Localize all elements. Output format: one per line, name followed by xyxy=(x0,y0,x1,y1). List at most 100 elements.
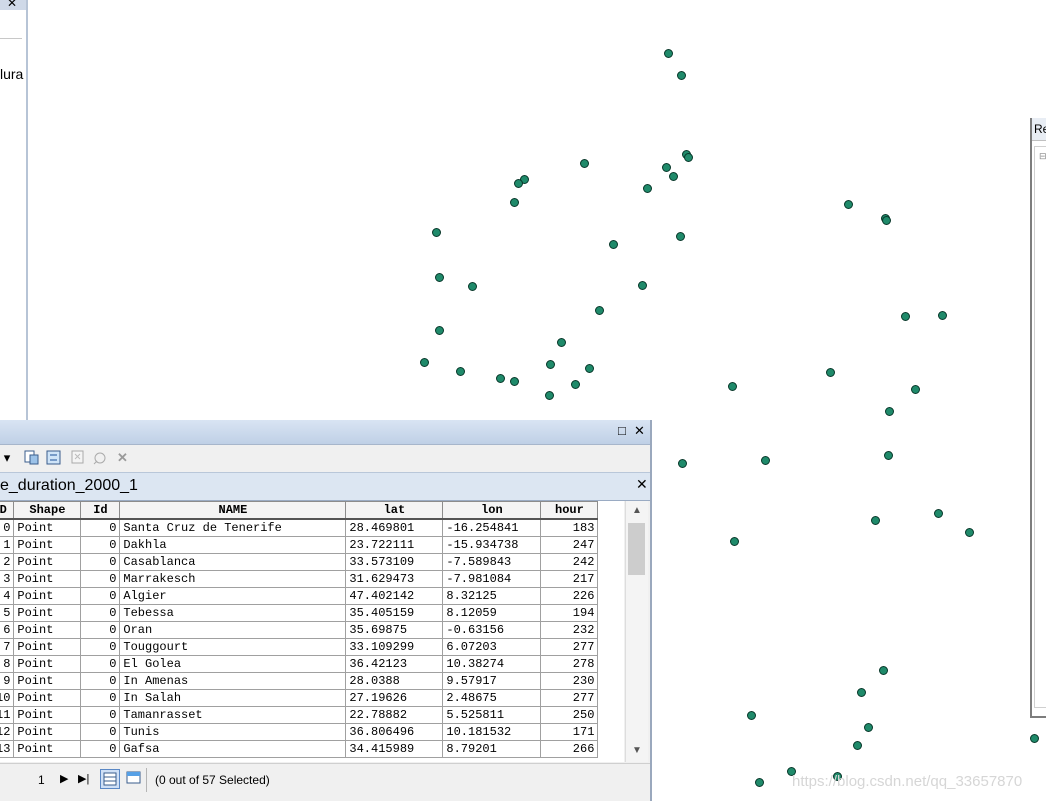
table-cell[interactable]: Oran xyxy=(119,621,347,639)
map-point[interactable] xyxy=(496,374,505,383)
table-cell[interactable]: 0 xyxy=(80,604,121,622)
map-point[interactable] xyxy=(884,451,893,460)
table-cell[interactable]: 8.12059 xyxy=(442,604,542,622)
table-cell[interactable]: 10 xyxy=(0,689,15,707)
table-cell[interactable]: 4 xyxy=(0,587,15,605)
map-point[interactable] xyxy=(677,71,686,80)
attribute-grid[interactable]: D Shape Id NAME lat lon hour 0 Point 0 Sant… xyxy=(0,501,624,762)
table-cell[interactable]: 6.07203 xyxy=(442,638,542,656)
table-cell[interactable]: 8.79201 xyxy=(442,740,542,758)
table-cell[interactable]: Tamanrasset xyxy=(119,706,347,724)
table-cell[interactable]: Tunis xyxy=(119,723,347,741)
table-cell[interactable]: 36.806496 xyxy=(345,723,444,741)
table-cell[interactable]: In Salah xyxy=(119,689,347,707)
zoom-to-selected-icon[interactable] xyxy=(92,450,107,465)
scroll-down-icon[interactable]: ▼ xyxy=(626,745,648,756)
table-row[interactable]: 11Point0Tamanrasset22.788825.525811250 xyxy=(0,706,599,724)
table-row[interactable]: 9 Point 0 In Amenas 28.0388 9.57917 230 xyxy=(0,672,599,690)
table-cell[interactable]: 277 xyxy=(540,638,599,656)
map-point[interactable] xyxy=(609,240,618,249)
show-all-records-icon[interactable] xyxy=(100,769,120,789)
table-cell[interactable]: Point xyxy=(13,689,82,707)
table-cell[interactable]: Touggourt xyxy=(119,638,347,656)
map-point[interactable] xyxy=(510,198,519,207)
table-cell[interactable]: 5.525811 xyxy=(442,706,542,724)
map-point[interactable] xyxy=(934,509,943,518)
table-row[interactable]: 1 Point 0 Dakhla 23.722111 -15.934738 247 xyxy=(0,536,599,554)
table-row[interactable]: 7 Point 0 Touggourt 33.109299 6.07203 277 xyxy=(0,638,599,656)
table-cell[interactable]: 0 xyxy=(80,638,121,656)
next-record-icon[interactable]: ▶ xyxy=(60,772,68,785)
table-cell[interactable]: Algier xyxy=(119,587,347,605)
map-point[interactable] xyxy=(826,368,835,377)
column-header-name[interactable]: NAME xyxy=(119,501,347,520)
table-row[interactable]: 4 Point 0 Algier 47.402142 8.32125 226 xyxy=(0,587,599,605)
table-cell[interactable]: -0.63156 xyxy=(442,621,542,639)
vertical-scrollbar[interactable]: ▲ ▼ xyxy=(625,501,648,762)
column-header-shape[interactable]: Shape xyxy=(13,501,82,520)
show-selected-records-icon[interactable] xyxy=(126,770,142,786)
map-point[interactable] xyxy=(514,179,523,188)
map-point[interactable] xyxy=(1030,734,1039,743)
map-point[interactable] xyxy=(676,232,685,241)
map-point[interactable] xyxy=(747,711,756,720)
table-cell[interactable]: -15.934738 xyxy=(442,536,542,554)
tree-collapse-icon[interactable]: ⊟ xyxy=(1039,151,1046,162)
table-cell[interactable]: 33.109299 xyxy=(345,638,444,656)
column-header-lat[interactable]: lat xyxy=(345,501,444,520)
close-icon[interactable]: ✕ xyxy=(7,0,17,10)
table-cell[interactable]: 0 xyxy=(80,655,121,673)
table-cell[interactable]: 250 xyxy=(540,706,599,724)
table-cell[interactable]: Dakhla xyxy=(119,536,347,554)
table-cell[interactable]: 0 xyxy=(80,536,121,554)
map-point[interactable] xyxy=(456,367,465,376)
table-cell[interactable]: Point xyxy=(13,536,82,554)
table-cell[interactable]: Casablanca xyxy=(119,553,347,571)
map-point[interactable] xyxy=(420,358,429,367)
map-point[interactable] xyxy=(882,216,891,225)
table-row[interactable]: 0 Point 0 Santa Cruz de Tenerife 28.469801 -1… xyxy=(0,518,599,537)
map-point[interactable] xyxy=(435,326,444,335)
tab-close-icon[interactable]: ✕ xyxy=(636,476,648,493)
table-cell[interactable]: 278 xyxy=(540,655,599,673)
map-point[interactable] xyxy=(857,688,866,697)
table-cell[interactable]: 8 xyxy=(0,655,15,673)
map-point[interactable] xyxy=(853,741,862,750)
table-cell[interactable]: 7 xyxy=(0,638,15,656)
table-cell[interactable]: -7.981084 xyxy=(442,570,542,588)
map-point[interactable] xyxy=(585,364,594,373)
last-record-icon[interactable]: ▶| xyxy=(78,772,89,785)
table-cell[interactable]: 183 xyxy=(540,518,599,537)
table-cell[interactable]: 226 xyxy=(540,587,599,605)
table-cell[interactable]: 277 xyxy=(540,689,599,707)
table-cell[interactable]: 10.181532 xyxy=(442,723,542,741)
table-cell[interactable]: 5 xyxy=(0,604,15,622)
table-row[interactable]: 12Point0Tunis36.80649610.181532171 xyxy=(0,723,599,741)
table-cell[interactable]: 2 xyxy=(0,553,15,571)
table-cell[interactable]: 2.48675 xyxy=(442,689,542,707)
table-cell[interactable]: In Amenas xyxy=(119,672,347,690)
map-point[interactable] xyxy=(571,380,580,389)
table-row[interactable]: 6 Point 0 Oran 35.69875 -0.63156 232 xyxy=(0,621,599,639)
column-header-lon[interactable]: lon xyxy=(442,501,542,520)
map-point[interactable] xyxy=(730,537,739,546)
table-cell[interactable]: 11 xyxy=(0,706,15,724)
select-by-attributes-icon[interactable] xyxy=(24,450,39,465)
table-row[interactable]: 3 Point 0 Marrakesch 31.629473 -7.981084 217 xyxy=(0,570,599,588)
table-cell[interactable]: 9.57917 xyxy=(442,672,542,690)
map-point[interactable] xyxy=(911,385,920,394)
table-cell[interactable]: Point xyxy=(13,553,82,571)
map-point[interactable] xyxy=(662,163,671,172)
map-point[interactable] xyxy=(638,281,647,290)
table-cell[interactable]: 34.415989 xyxy=(345,740,444,758)
table-cell[interactable]: El Golea xyxy=(119,655,347,673)
dropdown-arrow-icon[interactable]: ▾ xyxy=(0,450,14,465)
table-cell[interactable]: 247 xyxy=(540,536,599,554)
table-cell[interactable]: 10.38274 xyxy=(442,655,542,673)
map-point[interactable] xyxy=(468,282,477,291)
table-cell[interactable]: 0 xyxy=(80,570,121,588)
map-point[interactable] xyxy=(879,666,888,675)
table-cell[interactable]: 35.405159 xyxy=(345,604,444,622)
restore-icon[interactable]: □ xyxy=(618,423,626,438)
table-cell[interactable]: 27.19626 xyxy=(345,689,444,707)
